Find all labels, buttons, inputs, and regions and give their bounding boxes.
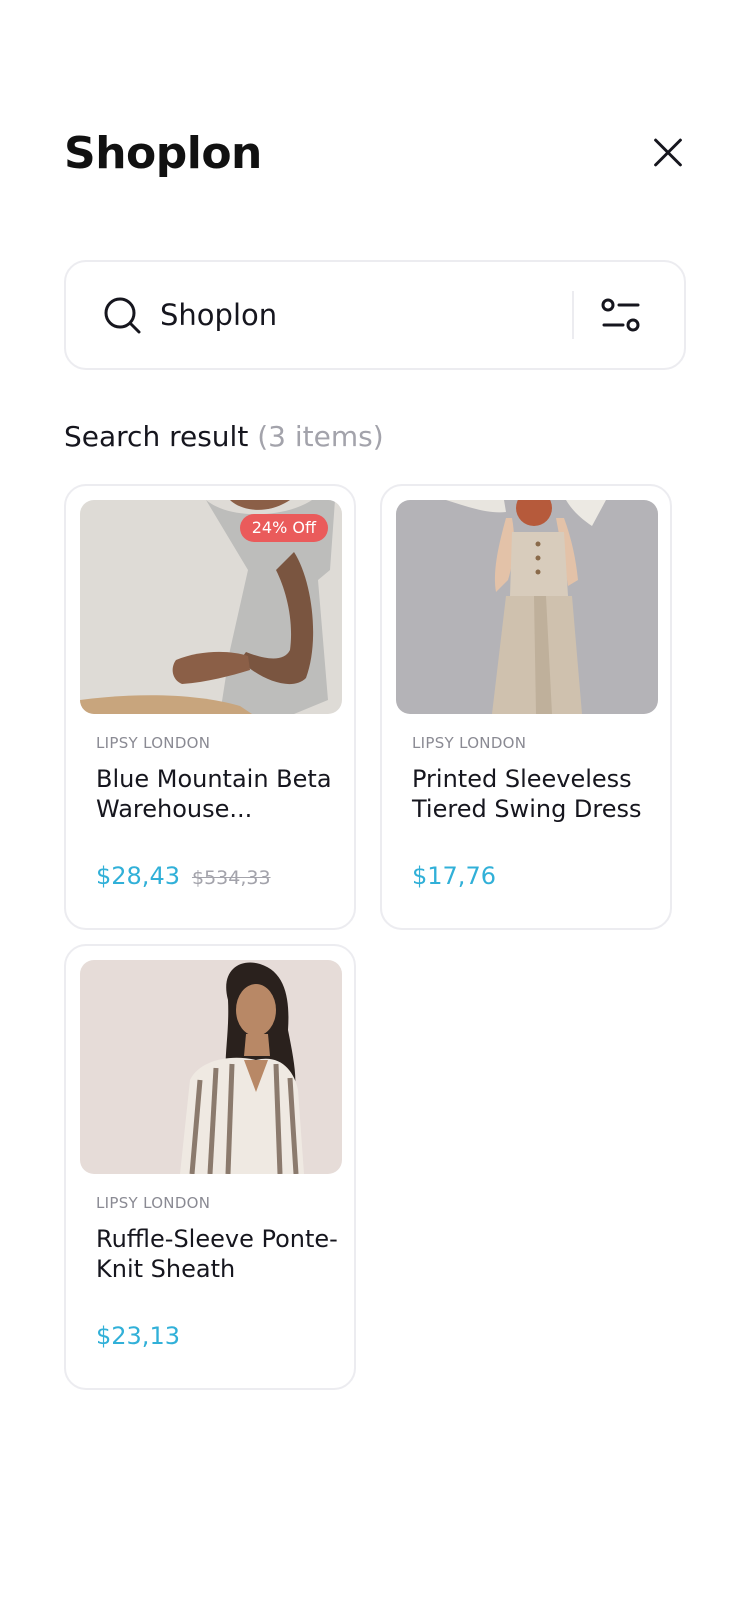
results-count: (3 items) (257, 420, 384, 453)
search-input[interactable] (160, 290, 560, 340)
product-image (396, 500, 658, 714)
search-divider (572, 291, 574, 339)
product-brand: LIPSY LONDON (412, 734, 527, 752)
filter-icon (601, 298, 640, 332)
price-row: $23,13 (96, 1322, 180, 1350)
product-image: 24% Off (80, 500, 342, 714)
header: Shoplon (64, 118, 686, 188)
product-old-price: $534,33 (191, 867, 271, 889)
product-price: $28,43 (96, 862, 180, 890)
filter-button[interactable] (576, 270, 666, 360)
search-bar (64, 260, 686, 370)
product-card[interactable]: LIPSY LONDON Ruffle-Sleeve Ponte-Knit Sh… (64, 944, 356, 1390)
product-card[interactable]: LIPSY LONDON Printed Sleeveless Tiered S… (380, 484, 672, 930)
close-icon[interactable] (646, 131, 690, 175)
product-brand: LIPSY LONDON (96, 734, 211, 752)
price-row: $28,43 $534,33 (96, 862, 271, 890)
product-name: Ruffle-Sleeve Ponte-Knit Sheath (96, 1225, 338, 1283)
results-heading: Search result (3 items) (64, 420, 384, 453)
product-name: Printed Sleeveless Tiered Swing Dress (412, 765, 642, 823)
logo: Shoplon (64, 127, 262, 179)
discount-badge: 24% Off (239, 514, 328, 542)
search-results-screen: Shoplon Search result (3 items) (0, 0, 750, 1624)
product-price: $23,13 (96, 1322, 180, 1350)
product-name: Blue Mountain Beta Warehouse... (96, 765, 332, 823)
search-icon (104, 297, 141, 334)
results-title: Search result (64, 420, 249, 453)
product-image (80, 960, 342, 1174)
product-card[interactable]: 24% Off LIPSY LONDON Blue Mountain Beta … (64, 484, 356, 930)
product-price: $17,76 (412, 862, 496, 890)
product-brand: LIPSY LONDON (96, 1194, 211, 1212)
price-row: $17,76 (412, 862, 496, 890)
